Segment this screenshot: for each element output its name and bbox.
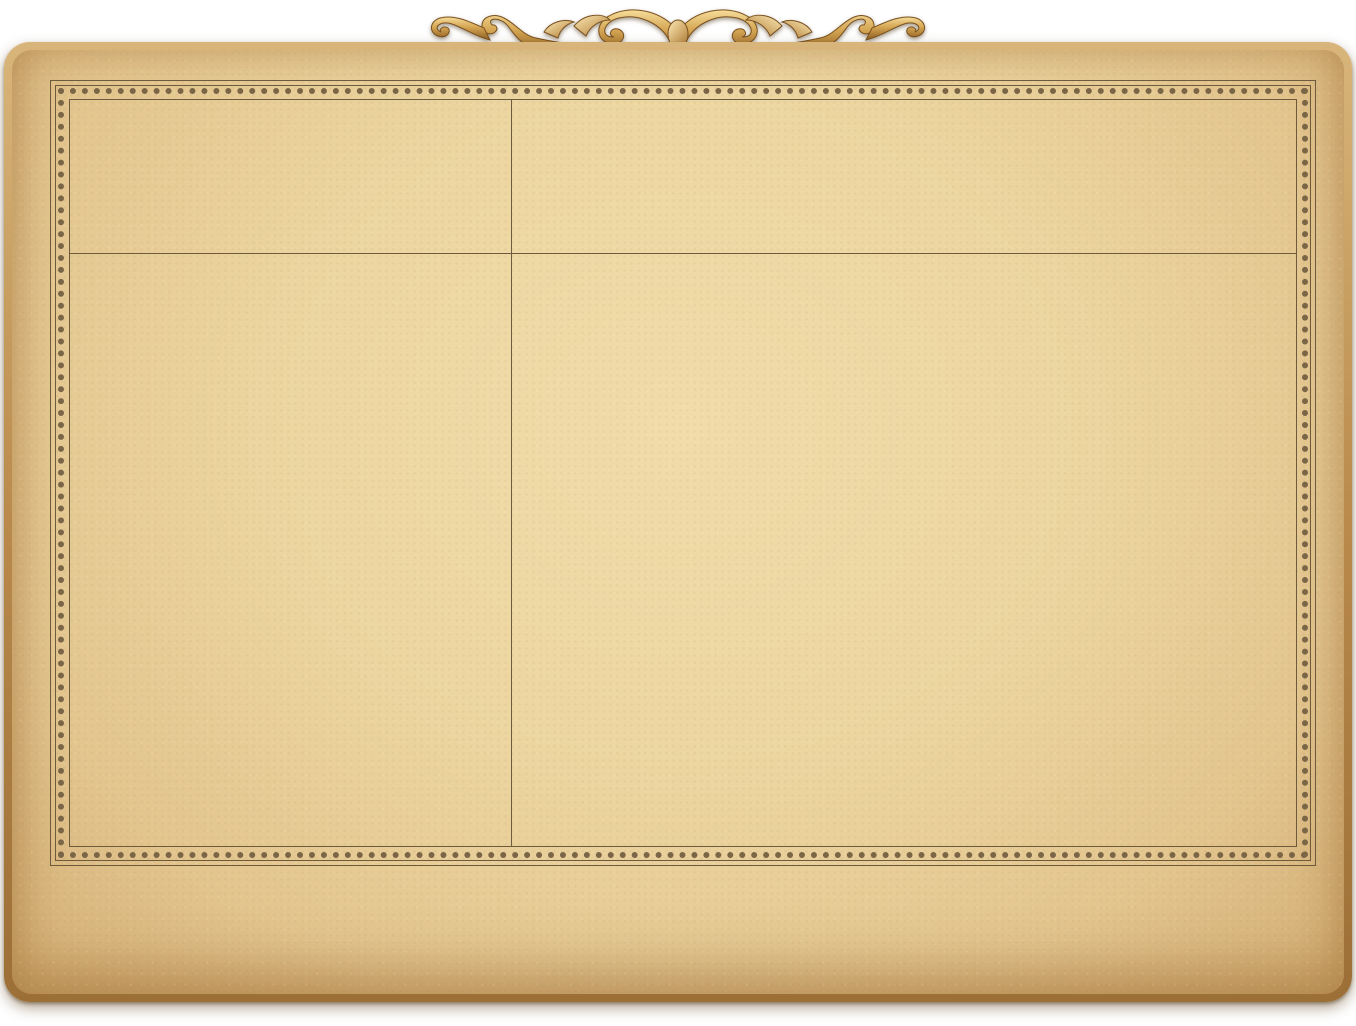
parchment-panel (12, 50, 1344, 994)
panel-top-left (70, 100, 511, 253)
panel-bottom-left (70, 254, 511, 846)
decorative-border-outer (50, 80, 1316, 866)
parchment-board-frame (4, 42, 1352, 1002)
panel-bottom-right (512, 254, 1296, 846)
panel-top-right (512, 100, 1296, 253)
game-screen (0, 0, 1356, 1026)
